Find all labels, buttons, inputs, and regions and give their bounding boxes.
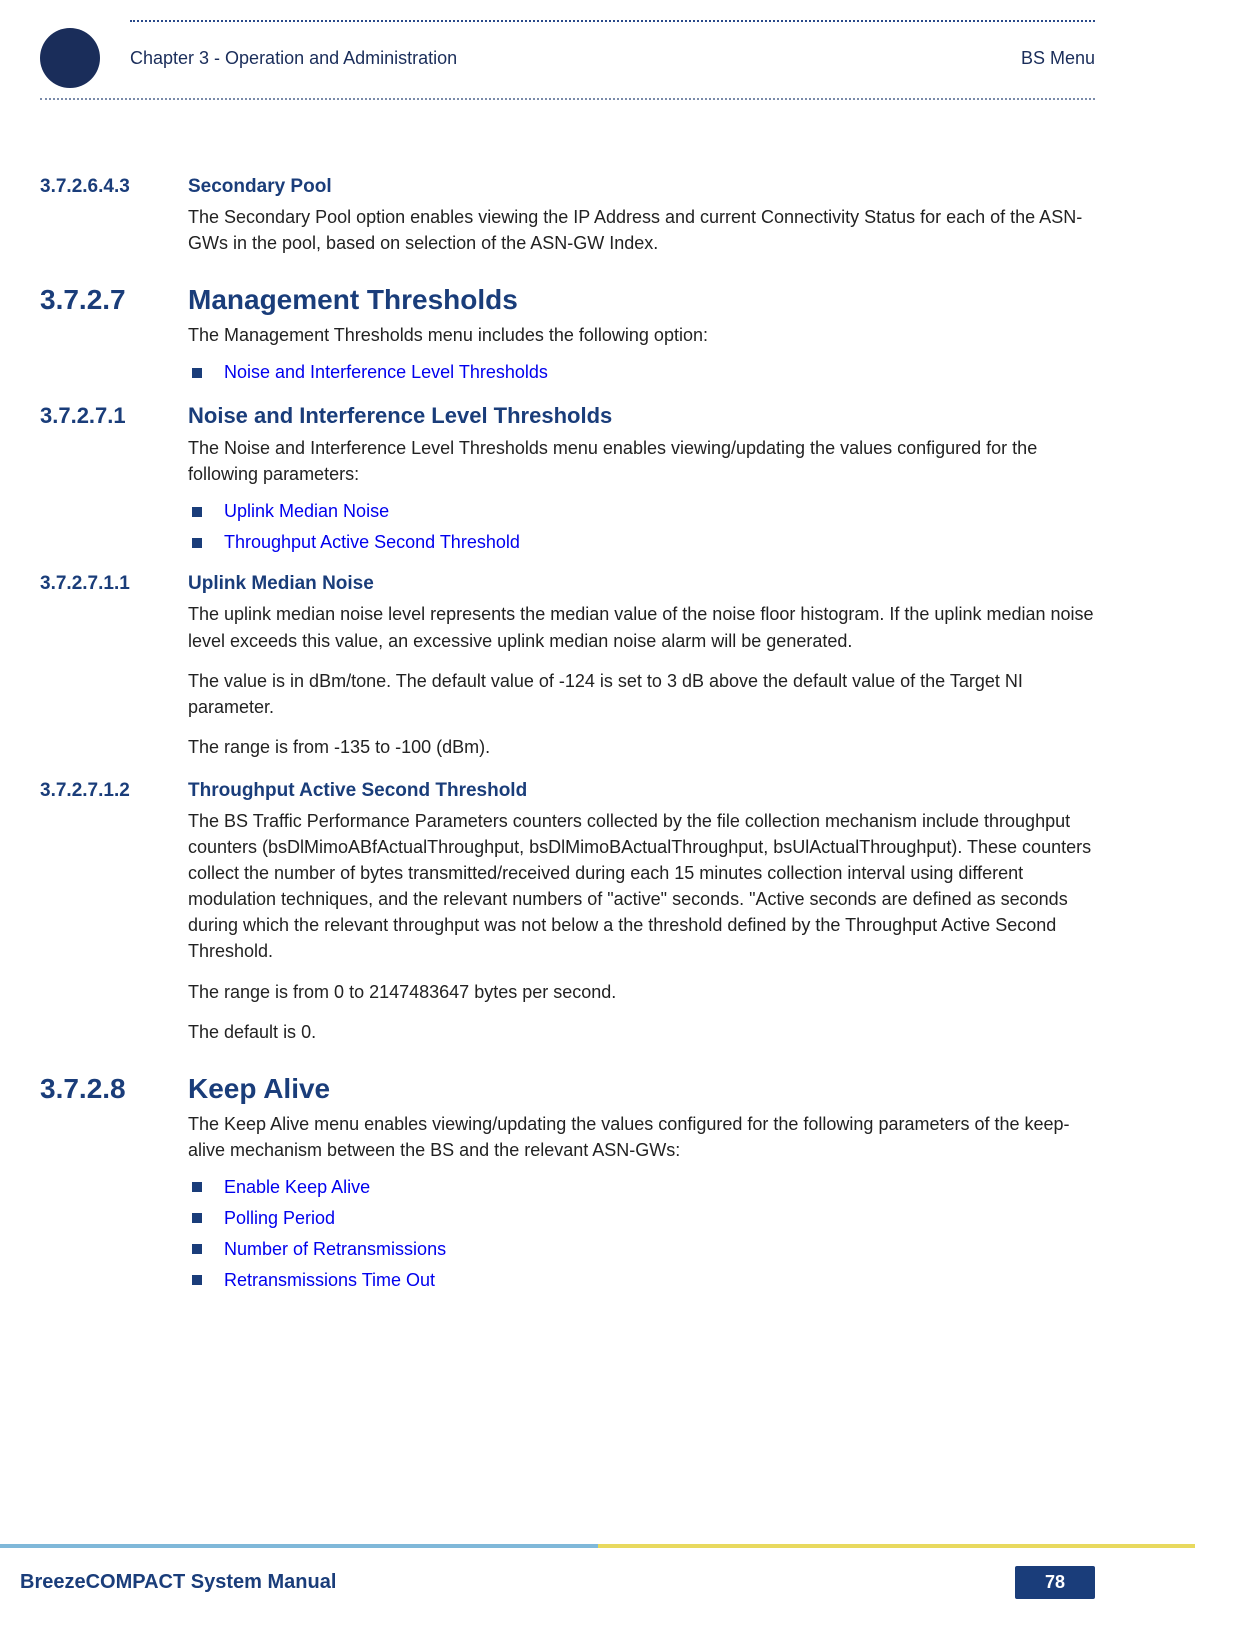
- cross-ref-link[interactable]: Enable Keep Alive: [224, 1177, 370, 1198]
- logo-circle-icon: [40, 28, 100, 88]
- body-text: The Noise and Interference Level Thresho…: [188, 435, 1095, 487]
- cross-ref-link[interactable]: Noise and Interference Level Thresholds: [224, 362, 548, 383]
- section-title: Throughput Active Second Threshold: [188, 780, 1095, 802]
- body-text: The range is from -135 to -100 (dBm).: [188, 734, 1095, 760]
- body-text: The default is 0.: [188, 1019, 1095, 1045]
- body-text: The BS Traffic Performance Parameters co…: [188, 808, 1095, 965]
- manual-title: BreezeCOMPACT System Manual: [20, 1571, 336, 1594]
- section-title: Noise and Interference Level Thresholds: [188, 403, 1095, 429]
- square-bullet-icon: [192, 1182, 202, 1192]
- body-text: The Secondary Pool option enables viewin…: [188, 204, 1095, 256]
- square-bullet-icon: [192, 538, 202, 548]
- page-number-badge: 78: [1015, 1566, 1095, 1599]
- section-title: Management Thresholds: [188, 284, 1095, 316]
- cross-ref-link[interactable]: Number of Retransmissions: [224, 1239, 446, 1260]
- square-bullet-icon: [192, 1275, 202, 1285]
- section-number: 3.7.2.7.1.1: [40, 573, 188, 595]
- square-bullet-icon: [192, 507, 202, 517]
- section-number: 3.7.2.8: [40, 1073, 188, 1105]
- body-text: The range is from 0 to 2147483647 bytes …: [188, 979, 1095, 1005]
- cross-ref-link[interactable]: Throughput Active Second Threshold: [224, 532, 520, 553]
- menu-label: BS Menu: [1021, 48, 1095, 69]
- body-text: The value is in dBm/tone. The default va…: [188, 668, 1095, 720]
- square-bullet-icon: [192, 1244, 202, 1254]
- square-bullet-icon: [192, 368, 202, 378]
- section-number: 3.7.2.7: [40, 284, 188, 316]
- section-number: 3.7.2.6.4.3: [40, 176, 188, 198]
- body-text: The uplink median noise level represents…: [188, 601, 1095, 653]
- section-title: Uplink Median Noise: [188, 573, 1095, 595]
- cross-ref-link[interactable]: Retransmissions Time Out: [224, 1270, 435, 1291]
- section-title: Secondary Pool: [188, 176, 1095, 198]
- section-title: Keep Alive: [188, 1073, 1095, 1105]
- cross-ref-link[interactable]: Uplink Median Noise: [224, 501, 389, 522]
- chapter-title: Chapter 3 - Operation and Administration: [130, 48, 1021, 69]
- cross-ref-link[interactable]: Polling Period: [224, 1208, 335, 1229]
- square-bullet-icon: [192, 1213, 202, 1223]
- body-text: The Keep Alive menu enables viewing/upda…: [188, 1111, 1095, 1163]
- page-footer: BreezeCOMPACT System Manual 78: [0, 1544, 1235, 1599]
- section-number: 3.7.2.7.1: [40, 403, 188, 429]
- body-text: The Management Thresholds menu includes …: [188, 322, 1095, 348]
- section-number: 3.7.2.7.1.2: [40, 780, 188, 802]
- page-header: Chapter 3 - Operation and Administration…: [40, 22, 1095, 94]
